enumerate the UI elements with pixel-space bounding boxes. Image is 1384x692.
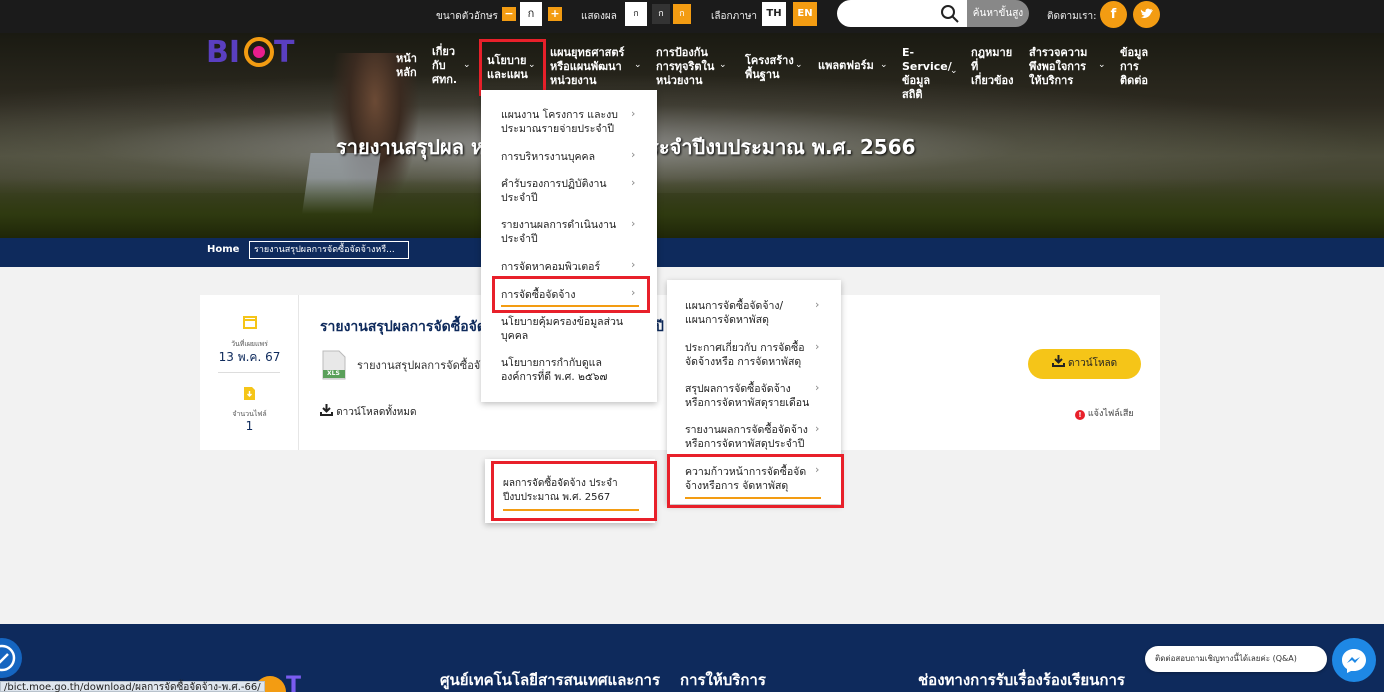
display-contrast-button[interactable]: ก xyxy=(673,4,691,24)
font-increase-button[interactable]: + xyxy=(548,7,562,21)
calendar-icon xyxy=(243,316,257,329)
report-broken-link[interactable]: ! แจ้งไฟล์เสีย xyxy=(1075,406,1134,420)
font-size-label: ขนาดตัวอักษร xyxy=(436,11,498,22)
chevron-right-icon: › xyxy=(631,258,636,271)
chevron-down-icon: ⌄ xyxy=(463,60,471,70)
menu-item-privacy-policy[interactable]: นโยบายคุ้มครองข้อมูลส่วน บุคคล xyxy=(501,315,623,343)
download-icon xyxy=(1051,355,1065,367)
publish-date-value: 13 พ.ค. 67 xyxy=(218,350,281,364)
font-decrease-button[interactable]: − xyxy=(502,7,516,21)
nav-survey[interactable]: สำรวจความ พึงพอใจการ ให้บริการ xyxy=(1029,46,1087,88)
file-count-value: 1 xyxy=(245,419,254,433)
menu-item-annual-report[interactable]: รายงานผลการดำเนินงาน ประจำปี xyxy=(501,218,616,246)
chat-bubble[interactable]: ติดต่อสอบถามเชิญทางนี้ได้เลยค่ะ (Q&A) xyxy=(1145,646,1327,672)
menu-item-annual-procurement-report[interactable]: รายงานผลการจัดซื้อจัดจ้าง หรือการจัดหาพั… xyxy=(685,423,808,451)
file-download-icon xyxy=(244,387,255,400)
lang-en-button[interactable]: EN xyxy=(793,2,817,26)
file-type-label: XLS xyxy=(327,370,340,377)
chevron-right-icon: › xyxy=(631,176,636,189)
font-normal-button[interactable]: ก xyxy=(520,2,542,26)
svg-text:T: T xyxy=(286,673,301,692)
menu-item-hr[interactable]: การบริหารงานบุคคล xyxy=(501,150,595,164)
footer-heading-services: การให้บริการ xyxy=(680,671,766,689)
chevron-down-icon: ⌄ xyxy=(950,66,958,76)
svg-text:T: T xyxy=(274,35,295,70)
lang-th-button[interactable]: TH xyxy=(762,2,786,26)
menu-item-budget-plan[interactable]: แผนงาน โครงการ และงบ ประมาณรายจ่ายประจำป… xyxy=(501,108,618,136)
facebook-icon[interactable]: f xyxy=(1100,1,1127,28)
report-broken-label: แจ้งไฟล์เสีย xyxy=(1087,409,1134,419)
footer-heading-center: ศูนย์เทคโนโลยีสารสนเทศและการ xyxy=(440,671,661,689)
nav-strategy[interactable]: แผนยุทธศาสตร์ หรือแผนพัฒนา หน่วยงาน xyxy=(550,46,624,88)
highlight-procurement-progress xyxy=(667,454,844,508)
breadcrumb-home[interactable]: Home xyxy=(207,244,239,255)
menu-item-procurement-plan[interactable]: แผนการจัดซื้อจัดจ้าง/ แผนการจัดหาพัสดุ xyxy=(685,299,783,327)
chevron-right-icon: › xyxy=(815,298,820,311)
chevron-down-icon: ⌄ xyxy=(880,60,888,70)
menu-item-procurement-announcement[interactable]: ประกาศเกี่ยวกับ การจัดซื้อ จัดจ้างหรือ ก… xyxy=(685,341,805,369)
nav-home[interactable]: หน้า หลัก xyxy=(396,52,417,80)
breadcrumb-current: รายงานสรุปผลการจัดซื้อจัดจ้างหรื... xyxy=(249,241,409,259)
chevron-right-icon: › xyxy=(815,422,820,435)
chevron-right-icon: › xyxy=(631,107,636,120)
download-all-label: ดาวน์โหลดทั้งหมด xyxy=(336,407,417,418)
xls-file-icon: XLS xyxy=(322,350,346,380)
chevron-down-icon: ⌄ xyxy=(634,60,642,70)
menu-item-monthly-summary[interactable]: สรุปผลการจัดซื้อจัดจ้าง หรือการจัดหาพัสด… xyxy=(685,382,809,410)
nav-infrastructure[interactable]: โครงสร้าง พื้นฐาน xyxy=(745,54,794,82)
status-bar-url: /bict.moe.go.th/download/ผลการจัดซื้อจัด… xyxy=(0,681,265,692)
nav-contact[interactable]: ข้อมูล การ ติดต่อ xyxy=(1120,46,1148,88)
footer-heading-complaints: ช่องทางการรับเรื่องร้องเรียนการ xyxy=(918,671,1125,689)
alert-icon: ! xyxy=(1075,410,1085,420)
chevron-down-icon: ⌄ xyxy=(795,60,803,70)
menu-item-governance-policy[interactable]: นโยบายการกำกับดูแล องค์การที่ดี พ.ศ. ๒๕๖… xyxy=(501,356,607,384)
nav-eservice[interactable]: E- Service/ ข้อมูล สถิติ xyxy=(902,46,952,102)
chevron-down-icon: ⌄ xyxy=(719,60,727,70)
menu-item-computer-procurement[interactable]: การจัดหาคอมพิวเตอร์ xyxy=(501,260,600,274)
advanced-search-button[interactable]: ค้นหาขั้นสูง xyxy=(967,0,1029,27)
hero-grass xyxy=(0,178,1384,238)
download-button[interactable]: ดาวน์โหลด xyxy=(1028,349,1141,379)
document-title: รายงานสรุปผลการจัดซื้อจัด xyxy=(320,319,486,335)
nav-law[interactable]: กฎหมาย ที่ เกี่ยวข้อง xyxy=(971,46,1014,88)
twitter-icon[interactable] xyxy=(1133,1,1160,28)
chevron-right-icon: › xyxy=(631,217,636,230)
file-name[interactable]: รายงานสรุปผลการจัดซื้อจั xyxy=(357,356,480,374)
document-meta: วันที่เผยแพร่ 13 พ.ค. 67 จำนวนไฟล์ 1 xyxy=(200,295,299,450)
highlight-nav-policy xyxy=(479,39,546,96)
svg-text:BI: BI xyxy=(206,35,240,70)
highlight-procurement-2567 xyxy=(491,461,657,521)
divider xyxy=(218,372,280,373)
policy-dropdown-menu: แผนงาน โครงการ และงบ ประมาณรายจ่ายประจำป… xyxy=(481,90,657,402)
download-label: ดาวน์โหลด xyxy=(1068,358,1118,369)
messenger-icon[interactable] xyxy=(1332,638,1376,682)
nav-anti-corruption[interactable]: การป้องกัน การทุจริตใน หน่วยงาน xyxy=(656,46,714,88)
nav-about[interactable]: เกี่ยว กับ ศทก. xyxy=(432,45,457,87)
language-label: เลือกภาษา xyxy=(711,11,758,22)
nav-platform[interactable]: แพลตฟอร์ม xyxy=(818,59,874,73)
chevron-right-icon: › xyxy=(631,148,636,161)
display-normal-button[interactable]: ก xyxy=(625,2,647,26)
search-icon[interactable] xyxy=(940,4,960,24)
bict-logo[interactable]: BI T xyxy=(204,22,304,72)
chevron-right-icon: › xyxy=(815,340,820,353)
menu-item-performance-agreement[interactable]: คำรับรองการปฏิบัติงาน ประจำปี xyxy=(501,177,607,205)
download-icon xyxy=(320,404,333,416)
download-all-link[interactable]: ดาวน์โหลดทั้งหมด xyxy=(320,404,417,420)
display-label: แสดงผล xyxy=(581,11,617,22)
highlight-procurement xyxy=(492,276,650,313)
chevron-down-icon: ⌄ xyxy=(1098,60,1106,70)
display-dark-button[interactable]: ก xyxy=(652,4,670,24)
chevron-right-icon: › xyxy=(815,381,820,394)
breadcrumb: Home รายงานสรุปผลการจัดซื้อจัดจ้างหรื... xyxy=(0,238,1384,267)
accessibility-button[interactable] xyxy=(0,638,22,678)
follow-label: ติดตามเรา: xyxy=(1047,11,1097,22)
